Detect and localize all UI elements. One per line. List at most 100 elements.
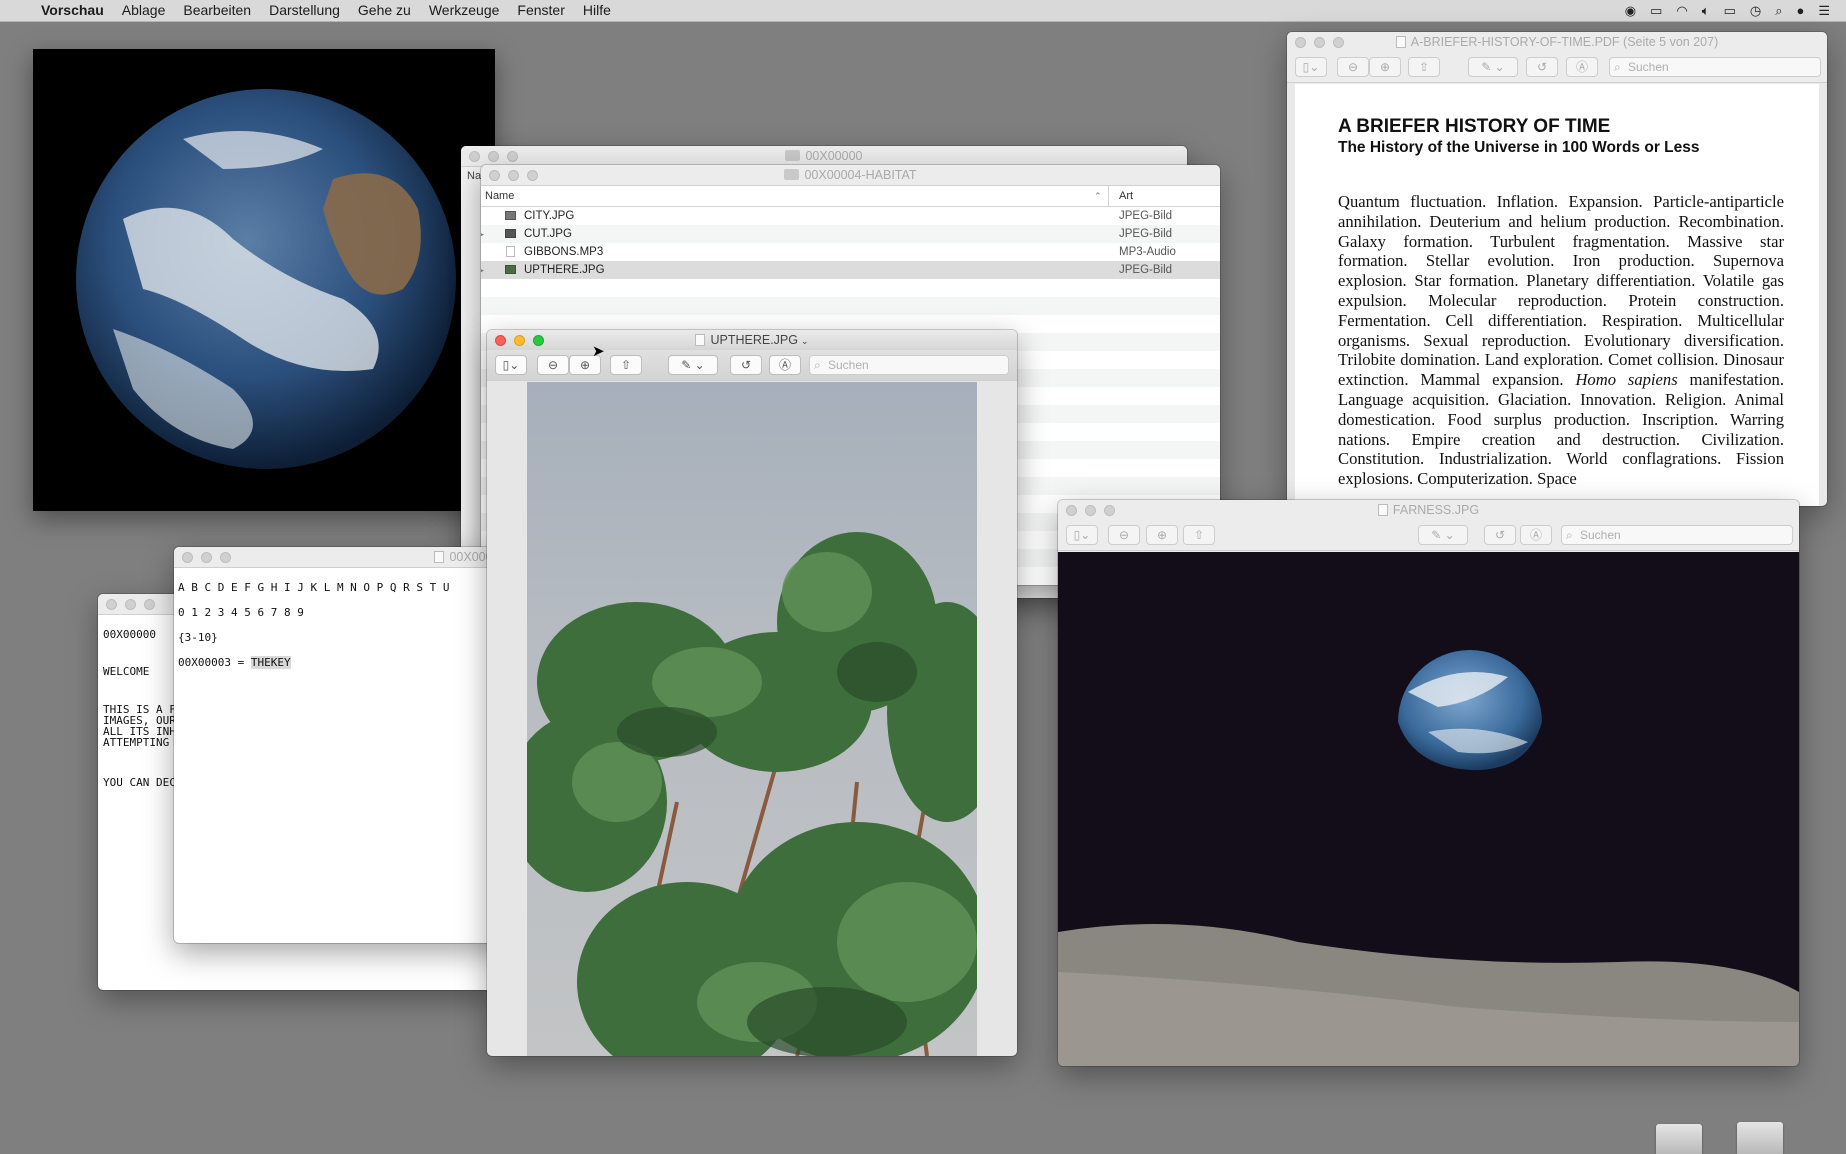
finder-back-titlebar[interactable]: 00X00000 <box>461 146 1187 167</box>
menu-bearbeiten[interactable]: Bearbeiten <box>174 0 260 21</box>
pdf-titlebar[interactable]: A-BRIEFER-HISTORY-OF-TIME.PDF (Seite 5 v… <box>1287 32 1827 52</box>
close-button[interactable] <box>106 599 117 610</box>
menu-hilfe[interactable]: Hilfe <box>574 0 620 21</box>
minimize-button[interactable] <box>1314 37 1325 48</box>
minimize-button[interactable] <box>125 599 136 610</box>
folder-icon <box>785 150 801 161</box>
menu-app-name[interactable]: Vorschau <box>32 0 113 21</box>
wifi-icon[interactable]: ◠ <box>1676 3 1687 19</box>
zoom-in-button[interactable]: ⊕ <box>1369 57 1401 77</box>
file-name: UPTHERE.JPG <box>524 264 605 276</box>
zoom-button[interactable] <box>1333 37 1344 48</box>
search-input[interactable]: ⌕ Suchen <box>809 355 1009 375</box>
column-header-name[interactable]: Na <box>467 170 481 182</box>
sidebar-toggle-button[interactable]: ▯⌄ <box>495 355 527 375</box>
close-button[interactable] <box>495 335 506 346</box>
sort-chevron-icon[interactable]: ⌃ <box>1094 186 1102 206</box>
menu-ablage[interactable]: Ablage <box>113 0 175 21</box>
zoom-button[interactable] <box>527 170 538 181</box>
file-row[interactable]: ▶ CUT.JPG JPEG-Bild <box>481 225 1220 243</box>
menu-werkzeuge[interactable]: Werkzeuge <box>420 0 509 21</box>
earth-photo <box>76 89 456 469</box>
file-kind: JPEG-Bild <box>1119 228 1173 240</box>
file-kind: JPEG-Bild <box>1119 264 1173 276</box>
zoom-in-button[interactable]: ⊕ <box>1146 525 1178 545</box>
window-title: 00X00000 <box>805 149 863 163</box>
siri-icon[interactable]: ● <box>1796 3 1804 18</box>
zoom-button[interactable] <box>533 335 544 346</box>
window-title: UPTHERE.JPG <box>710 333 798 347</box>
close-button[interactable] <box>489 170 500 181</box>
menu-darstellung[interactable]: Darstellung <box>260 0 349 21</box>
file-row-selected[interactable]: ▶ UPTHERE.JPG JPEG-Bild <box>481 261 1220 279</box>
search-input[interactable]: ⌕ Suchen <box>1609 57 1821 77</box>
disclosure-triangle-icon[interactable]: ▶ <box>481 261 484 279</box>
text-titlebar[interactable]: 00X0000 <box>174 547 520 568</box>
farness-toolbar: ▯⌄ ⊖ ⊕ ⇧ ✎ ⌄ ↺ Ⓐ ⌕ Suchen <box>1058 520 1799 551</box>
record-icon[interactable]: ◉ <box>1625 3 1636 19</box>
markup-pen-button[interactable]: ✎ ⌄ <box>1418 525 1468 545</box>
zoom-out-button[interactable]: ⊖ <box>1108 525 1140 545</box>
upthere-toolbar: ▯⌄ ⊖ ⊕ ⇧ ✎ ⌄ ↺ Ⓐ ⌕ Suchen <box>487 350 1017 381</box>
jpeg-file-icon <box>505 229 516 238</box>
hard-drive-icon[interactable] <box>1737 1122 1783 1154</box>
farness-titlebar[interactable]: FARNESS.JPG <box>1058 500 1799 520</box>
zoom-button[interactable] <box>1104 505 1115 516</box>
close-button[interactable] <box>182 552 193 563</box>
hard-drive-icon[interactable] <box>1656 1124 1702 1154</box>
column-header-kind[interactable]: Art <box>1119 186 1133 206</box>
finder-titlebar[interactable]: 00X00004-HABITAT <box>481 165 1220 186</box>
zoom-button[interactable] <box>507 151 518 162</box>
document-icon <box>434 551 445 563</box>
markup-toolbar-button[interactable]: Ⓐ <box>1520 525 1552 545</box>
text-line: WELCOME <box>103 665 150 678</box>
minimize-button[interactable] <box>1085 505 1096 516</box>
clock-icon[interactable]: ◷ <box>1750 3 1761 19</box>
key-value-highlight: THEKEY <box>250 656 291 669</box>
jpeg-file-icon <box>505 265 516 274</box>
sidebar-toggle-button[interactable]: ▯⌄ <box>1295 57 1327 77</box>
farness-photo <box>1058 552 1799 1066</box>
file-row[interactable]: CITY.JPG JPEG-Bild <box>481 207 1220 225</box>
markup-pen-button[interactable]: ✎ ⌄ <box>668 355 718 375</box>
upthere-titlebar[interactable]: UPTHERE.JPG ⌄ <box>487 330 1017 350</box>
battery-icon[interactable]: ▭ <box>1724 3 1736 19</box>
minimize-button[interactable] <box>201 552 212 563</box>
rotate-button[interactable]: ↺ <box>1526 57 1558 77</box>
rotate-button[interactable]: ↺ <box>1484 525 1516 545</box>
menu-gehe-zu[interactable]: Gehe zu <box>349 0 420 21</box>
display-icon[interactable]: ▭ <box>1650 3 1662 19</box>
close-button[interactable] <box>469 151 480 162</box>
trees-image <box>527 532 977 1056</box>
zoom-out-button[interactable]: ⊖ <box>1337 57 1369 77</box>
notification-center-icon[interactable]: ☰ <box>1818 3 1830 19</box>
close-button[interactable] <box>1066 505 1077 516</box>
sidebar-toggle-button[interactable]: ▯⌄ <box>1066 525 1098 545</box>
minimize-button[interactable] <box>514 335 525 346</box>
zoom-button[interactable] <box>220 552 231 563</box>
search-input[interactable]: ⌕ Suchen <box>1561 525 1793 545</box>
zoom-button[interactable] <box>144 599 155 610</box>
close-button[interactable] <box>1295 37 1306 48</box>
markup-toolbar-button[interactable]: Ⓐ <box>1566 57 1598 77</box>
disclosure-triangle-icon[interactable]: ▶ <box>481 225 484 243</box>
file-row[interactable]: GIBBONS.MP3 MP3-Audio <box>481 243 1220 261</box>
markup-toolbar-button[interactable]: Ⓐ <box>769 355 801 375</box>
menu-fenster[interactable]: Fenster <box>508 0 573 21</box>
zoom-out-button[interactable]: ⊖ <box>537 355 569 375</box>
share-button[interactable]: ⇧ <box>1408 57 1440 77</box>
volume-icon[interactable]: 🔈︎ <box>1702 3 1710 19</box>
title-chevron-icon[interactable]: ⌄ <box>801 336 809 346</box>
column-divider[interactable] <box>1108 186 1109 206</box>
markup-pen-button[interactable]: ✎ ⌄ <box>1468 57 1518 77</box>
text-line: 00X00000 <box>103 628 156 641</box>
minimize-button[interactable] <box>508 170 519 181</box>
share-button[interactable]: ⇧ <box>610 355 642 375</box>
window-title: 00X00004-HABITAT <box>804 168 917 182</box>
column-header-name[interactable]: Name <box>485 186 514 206</box>
rotate-button[interactable]: ↺ <box>730 355 762 375</box>
minimize-button[interactable] <box>488 151 499 162</box>
window-title: A-BRIEFER-HISTORY-OF-TIME.PDF (Seite 5 v… <box>1410 35 1719 49</box>
share-button[interactable]: ⇧ <box>1183 525 1215 545</box>
spotlight-icon[interactable]: ⌕ <box>1775 3 1782 19</box>
